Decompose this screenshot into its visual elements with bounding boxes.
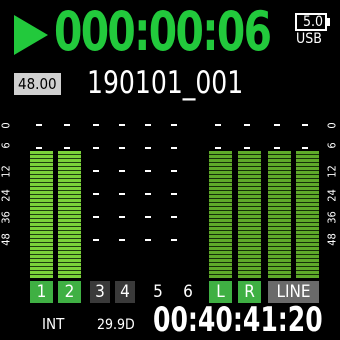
grid-dash (145, 239, 151, 241)
grid-dash (274, 124, 280, 126)
take-name: 190101_001 (87, 65, 244, 101)
grid-dash (93, 216, 99, 218)
scale-label-0-right: 0 (325, 122, 339, 129)
timecode-frame-rate: 29.9D (97, 317, 135, 333)
grid-dash (302, 147, 308, 149)
grid-dash (171, 193, 177, 195)
grid-dash (145, 124, 151, 126)
meter-track-1 (30, 151, 53, 278)
battery-label: 5.0 (303, 14, 324, 30)
timecode-source: INT (42, 315, 65, 333)
grid-dash (171, 147, 177, 149)
grid-dash (119, 147, 125, 149)
meter-track-2 (58, 151, 81, 278)
grid-dash (93, 239, 99, 241)
grid-dash (171, 239, 177, 241)
grid-dash (119, 239, 125, 241)
meter-track-l (209, 151, 232, 278)
scale-label-48-left: 48 (0, 233, 13, 246)
grid-dash (93, 193, 99, 195)
scale-label-6-left: 6 (0, 142, 13, 149)
scale-label-0-left: 0 (0, 122, 13, 129)
grid-dash (36, 124, 42, 126)
scale-label-12-left: 12 (0, 165, 13, 178)
grid-dash (145, 147, 151, 149)
grid-dash (274, 147, 280, 149)
grid-dash (171, 216, 177, 218)
track-1-button[interactable]: 1 (30, 281, 53, 303)
grid-dash (244, 147, 250, 149)
track-2-button[interactable]: 2 (58, 281, 81, 303)
play-icon (14, 15, 48, 55)
scale-label-12-right: 12 (325, 165, 339, 178)
scale-label-24-left: 24 (0, 189, 13, 202)
grid-dash (119, 170, 125, 172)
grid-dash (119, 124, 125, 126)
grid-dash (215, 124, 221, 126)
meter-line-l (268, 151, 291, 278)
grid-dash (145, 170, 151, 172)
grid-dash (93, 147, 99, 149)
scale-label-24-right: 24 (325, 189, 339, 202)
track-3-button[interactable]: 3 (90, 281, 110, 303)
battery-tip-icon (327, 18, 330, 26)
battery-icon: 5.0 (295, 13, 327, 31)
grid-dash (93, 170, 99, 172)
scale-label-36-left: 36 (0, 211, 13, 224)
scale-label-36-right: 36 (325, 211, 339, 224)
grid-dash (93, 124, 99, 126)
sample-rate-badge: 48.00 (14, 73, 61, 95)
grid-dash (244, 124, 250, 126)
grid-dash (215, 147, 221, 149)
grid-dash (171, 124, 177, 126)
grid-dash (145, 216, 151, 218)
grid-dash (171, 170, 177, 172)
grid-dash (64, 147, 70, 149)
track-4-button[interactable]: 4 (115, 281, 135, 303)
meter-line-r (296, 151, 319, 278)
scale-label-48-right: 48 (325, 233, 339, 246)
timecode-display: 00:40:41:20 (153, 300, 323, 340)
recorder-screen: 000:00:06 5.0 USB 48.00 190101_001 0 6 1… (0, 0, 340, 339)
scale-label-6-right: 6 (325, 142, 339, 149)
grid-dash (302, 124, 308, 126)
elapsed-counter: 000:00:06 (54, 0, 272, 63)
meter-track-r (238, 151, 261, 278)
grid-dash (36, 147, 42, 149)
grid-dash (145, 193, 151, 195)
grid-dash (119, 216, 125, 218)
grid-dash (119, 193, 125, 195)
power-source-label: USB (296, 31, 322, 47)
grid-dash (64, 124, 70, 126)
